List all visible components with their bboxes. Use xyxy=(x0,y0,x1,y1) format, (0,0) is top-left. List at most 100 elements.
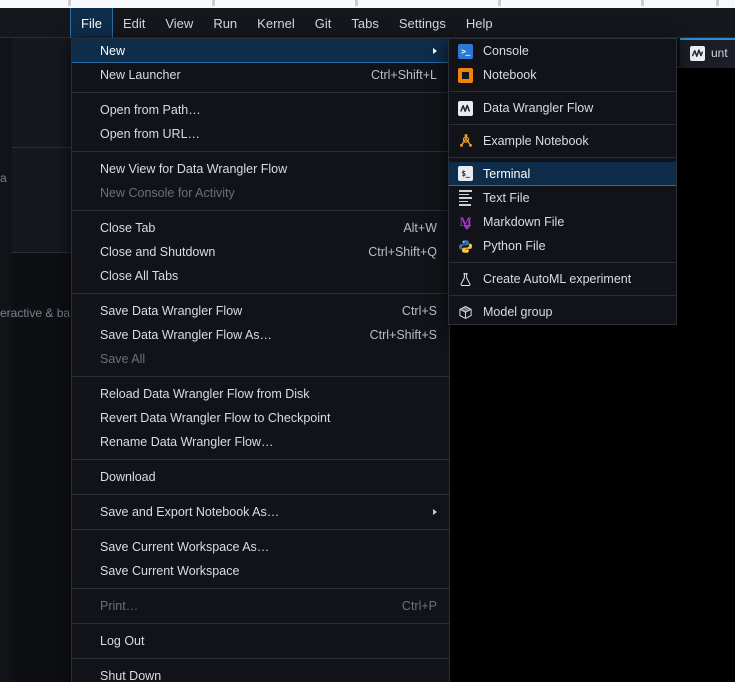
new-submenu-item-notebook[interactable]: Notebook xyxy=(449,63,676,87)
chrome-tick xyxy=(716,0,719,6)
menubar-item-git[interactable]: Git xyxy=(305,8,342,38)
file-menu-item-open-from-url[interactable]: Open from URL… xyxy=(72,122,449,146)
chevron-right-icon xyxy=(433,48,437,54)
file-menu-item-save-all: Save All xyxy=(72,347,449,371)
chrome-tick xyxy=(212,0,215,6)
menu-item-shortcut: Alt+W xyxy=(403,221,437,235)
menu-item-label: Create AutoML experiment xyxy=(483,272,664,286)
menu-separator xyxy=(449,91,676,92)
file-menu-item-open-from-path[interactable]: Open from Path… xyxy=(72,98,449,122)
file-menu-item-revert-data-wrangler-flow-to-checkpoint[interactable]: Revert Data Wrangler Flow to Checkpoint xyxy=(72,406,449,430)
app-root: unt a eractive & ba FileEditViewRunKerne… xyxy=(0,0,735,682)
chevron-right-icon xyxy=(433,509,437,515)
file-menu-item-reload-data-wrangler-flow-from-disk[interactable]: Reload Data Wrangler Flow from Disk xyxy=(72,382,449,406)
menu-item-label: Open from Path… xyxy=(100,103,437,117)
menu-item-label: Print… xyxy=(100,599,384,613)
menu-item-label: Shut Down xyxy=(100,669,437,682)
file-menu-item-close-tab[interactable]: Close TabAlt+W xyxy=(72,216,449,240)
file-menu-item-save-current-workspace-as[interactable]: Save Current Workspace As… xyxy=(72,535,449,559)
menubar-item-file[interactable]: File xyxy=(70,8,113,38)
menu-item-label: Download xyxy=(100,470,437,484)
menubar-item-kernel[interactable]: Kernel xyxy=(247,8,305,38)
file-menu-item-new-launcher[interactable]: New Launcher Ctrl+Shift+L xyxy=(72,63,449,87)
text-file-icon xyxy=(457,190,474,207)
menu-separator xyxy=(449,124,676,125)
menu-separator xyxy=(72,376,449,377)
new-submenu-item-create-automl-experiment[interactable]: Create AutoML experiment xyxy=(449,267,676,291)
chrome-tick xyxy=(641,0,644,6)
file-menu-item-rename-data-wrangler-flow[interactable]: Rename Data Wrangler Flow… xyxy=(72,430,449,454)
new-submenu-item-example-notebook[interactable]: Example Notebook xyxy=(449,129,676,153)
tab-label: unt xyxy=(711,46,728,60)
menubar-item-edit[interactable]: Edit xyxy=(113,8,155,38)
menu-separator xyxy=(449,262,676,263)
menu-separator xyxy=(72,623,449,624)
menu-item-label: New Console for Activity xyxy=(100,186,437,200)
file-menu-item-save-current-workspace[interactable]: Save Current Workspace xyxy=(72,559,449,583)
data-wrangler-icon xyxy=(690,46,705,61)
file-menu-item-shut-down[interactable]: Shut Down xyxy=(72,664,449,682)
file-menu-item-new-console-for-activity: New Console for Activity xyxy=(72,181,449,205)
menu-item-label: Save Data Wrangler Flow As… xyxy=(100,328,352,342)
editor-tab[interactable]: unt xyxy=(680,38,735,68)
menu-item-label: Log Out xyxy=(100,634,437,648)
file-menu-item-close-all-tabs[interactable]: Close All Tabs xyxy=(72,264,449,288)
menu-bar: File Edit View Run Kernel Git Tabs Settings Help xyxy=(0,8,735,38)
file-menu-item-download[interactable]: Download xyxy=(72,465,449,489)
file-menu-item-log-out[interactable]: Log Out xyxy=(72,629,449,653)
browser-chrome-ticks xyxy=(0,0,735,8)
menu-item-label: Console xyxy=(483,44,664,58)
new-submenu-item-model-group[interactable]: Model group xyxy=(449,300,676,324)
chrome-tick xyxy=(355,0,358,6)
background-text-fragment: eractive & ba xyxy=(0,306,70,320)
new-submenu: >_ConsoleNotebook Data Wrangler Flow Examp… xyxy=(448,38,677,325)
menubar-item-tabs[interactable]: Tabs xyxy=(341,8,388,38)
menu-separator xyxy=(72,210,449,211)
file-menu-item-close-and-shutdown[interactable]: Close and ShutdownCtrl+Shift+Q xyxy=(72,240,449,264)
menubar-item-view[interactable]: View xyxy=(155,8,203,38)
new-submenu-item-markdown-file[interactable]: MMarkdown File xyxy=(449,210,676,234)
menubar-item-label: Help xyxy=(466,16,493,31)
menu-item-label: Save and Export Notebook As… xyxy=(100,505,421,519)
menubar-item-run[interactable]: Run xyxy=(203,8,247,38)
browser-chrome-strip xyxy=(0,0,735,8)
menubar-item-settings[interactable]: Settings xyxy=(389,8,456,38)
file-menu-item-save-data-wrangler-flow[interactable]: Save Data Wrangler FlowCtrl+S xyxy=(72,299,449,323)
menu-item-label: New xyxy=(100,44,421,58)
menubar-item-label: Settings xyxy=(399,16,446,31)
file-menu-item-print: Print…Ctrl+P xyxy=(72,594,449,618)
menubar-item-label: Run xyxy=(213,16,237,31)
menu-item-label: Save Current Workspace As… xyxy=(100,540,437,554)
new-submenu-item-python-file[interactable]: Python File xyxy=(449,234,676,258)
menu-item-label: Model group xyxy=(483,305,664,319)
left-rail xyxy=(0,38,12,682)
example-notebook-icon xyxy=(457,133,474,150)
file-menu-item-save-and-export-notebook-as[interactable]: Save and Export Notebook As… xyxy=(72,500,449,524)
menu-item-label: Save Current Workspace xyxy=(100,564,437,578)
menu-item-label: Example Notebook xyxy=(483,134,664,148)
menu-item-label: Reload Data Wrangler Flow from Disk xyxy=(100,387,437,401)
menu-item-shortcut: Ctrl+Shift+L xyxy=(371,68,437,82)
menu-separator xyxy=(72,529,449,530)
menu-item-label: Save Data Wrangler Flow xyxy=(100,304,384,318)
new-submenu-item-text-file[interactable]: Text File xyxy=(449,186,676,210)
new-submenu-item-console[interactable]: >_Console xyxy=(449,39,676,63)
chrome-tick xyxy=(68,0,71,6)
new-submenu-item-data-wrangler-flow[interactable]: Data Wrangler Flow xyxy=(449,96,676,120)
notebook-icon xyxy=(457,67,474,84)
cube-icon xyxy=(457,304,474,321)
file-menu-item-save-data-wrangler-flow-as[interactable]: Save Data Wrangler Flow As… Ctrl+Shift+S xyxy=(72,323,449,347)
file-menu-item-new-view-for-data-wrangler-flow[interactable]: New View for Data Wrangler Flow xyxy=(72,157,449,181)
menu-item-label: New Launcher xyxy=(100,68,353,82)
menu-item-shortcut: Ctrl+Shift+S xyxy=(370,328,437,342)
menubar-item-label: Edit xyxy=(123,16,145,31)
menubar-item-help[interactable]: Help xyxy=(456,8,503,38)
tab-active-indicator xyxy=(680,38,735,40)
menubar-item-label: Tabs xyxy=(351,16,378,31)
menu-item-label: Close All Tabs xyxy=(100,269,437,283)
file-menu-item-new[interactable]: New xyxy=(72,39,449,63)
menubar-item-label: Kernel xyxy=(257,16,295,31)
new-submenu-item-terminal[interactable]: $_Terminal xyxy=(449,162,676,186)
menu-separator xyxy=(72,151,449,152)
menu-separator xyxy=(72,658,449,659)
